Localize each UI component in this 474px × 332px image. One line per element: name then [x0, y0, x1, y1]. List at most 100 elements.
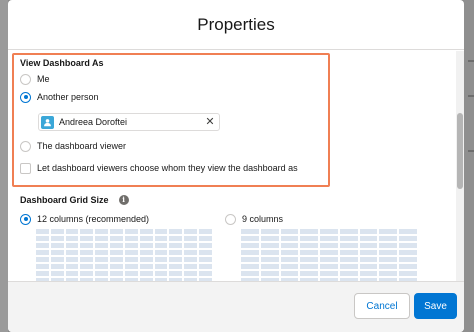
selected-person-pill[interactable]: Andreea Doroftei ✕: [38, 113, 220, 131]
grid-preview-cell: [124, 229, 138, 234]
grid-preview-cell: [320, 229, 338, 234]
grid-preview-cell: [50, 271, 64, 276]
grid-preview-cell: [280, 250, 299, 255]
grid-preview-cell: [379, 264, 398, 269]
cancel-button[interactable]: Cancel: [354, 293, 410, 319]
grid-preview-cell: [139, 243, 153, 248]
grid-preview-cell: [199, 271, 212, 276]
grid-preview-cell: [260, 264, 279, 269]
grid-preview-cell: [110, 250, 123, 255]
radio-option-me[interactable]: Me: [20, 72, 50, 86]
grid-preview-cell: [80, 257, 94, 262]
radio-button[interactable]: [225, 213, 236, 225]
grid-preview-9-columns: [241, 229, 417, 281]
grid-preview-cell: [320, 236, 338, 241]
background-divider: [468, 60, 474, 62]
grid-preview-cell: [95, 264, 109, 269]
grid-preview-cell: [199, 229, 212, 234]
grid-preview-cell: [154, 236, 168, 241]
grid-size-title: Dashboard Grid Size: [20, 195, 109, 205]
grid-preview-cell: [154, 250, 168, 255]
grid-preview-cell: [110, 271, 123, 276]
grid-size-header: Dashboard Grid Size i: [20, 195, 129, 205]
grid-preview-cell: [339, 257, 358, 262]
radio-option-9-columns[interactable]: 9 columns: [225, 212, 283, 226]
close-icon[interactable]: ✕: [204, 115, 216, 129]
grid-preview-cell: [379, 257, 398, 262]
grid-preview-cell: [36, 243, 49, 248]
grid-preview-cell: [169, 250, 183, 255]
grid-preview-cell: [36, 264, 49, 269]
grid-preview-cell: [260, 243, 279, 248]
grid-preview-cell: [95, 271, 109, 276]
grid-preview-cell: [36, 229, 49, 234]
grid-preview-cell: [50, 236, 64, 241]
grid-preview-cell: [199, 236, 212, 241]
radio-option-dashboard-viewer[interactable]: The dashboard viewer: [20, 139, 126, 153]
grid-preview-cell: [36, 250, 49, 255]
grid-preview-cell: [139, 229, 153, 234]
grid-preview-cell: [241, 264, 259, 269]
radio-label: Me: [37, 74, 50, 84]
grid-preview-cell: [260, 236, 279, 241]
modal-scrollbar[interactable]: [456, 51, 464, 281]
let-viewers-choose-option[interactable]: Let dashboard viewers choose whom they v…: [20, 161, 298, 175]
grid-preview-cell: [124, 236, 138, 241]
grid-preview-cell: [399, 250, 417, 255]
radio-button[interactable]: [20, 213, 31, 225]
grid-preview-cell: [300, 264, 319, 269]
grid-preview-cell: [241, 271, 259, 276]
grid-preview-cell: [110, 229, 123, 234]
scrollbar-thumb[interactable]: [457, 113, 463, 189]
grid-preview-cell: [320, 250, 338, 255]
grid-preview-cell: [154, 257, 168, 262]
grid-preview-cell: [139, 236, 153, 241]
grid-preview-cell: [280, 229, 299, 234]
radio-button[interactable]: [20, 140, 31, 152]
grid-preview-cell: [260, 229, 279, 234]
grid-preview-cell: [241, 243, 259, 248]
grid-preview-cell: [95, 257, 109, 262]
grid-preview-cell: [169, 264, 183, 269]
grid-preview-cell: [399, 257, 417, 262]
grid-preview-cell: [154, 271, 168, 276]
radio-button[interactable]: [20, 91, 31, 103]
grid-preview-cell: [80, 229, 94, 234]
grid-preview-cell: [95, 243, 109, 248]
grid-preview-cell: [399, 236, 417, 241]
grid-preview-cell: [154, 229, 168, 234]
grid-preview-cell: [320, 257, 338, 262]
grid-preview-cell: [359, 257, 378, 262]
grid-preview-cell: [199, 243, 212, 248]
modal-body: View Dashboard As Me Another person Andr…: [8, 51, 464, 281]
grid-preview-cell: [50, 257, 64, 262]
grid-preview-cell: [280, 264, 299, 269]
grid-preview-cell: [241, 250, 259, 255]
radio-label: Another person: [37, 92, 99, 102]
grid-preview-cell: [184, 271, 198, 276]
radio-option-12-columns[interactable]: 12 columns (recommended): [20, 212, 149, 226]
radio-button[interactable]: [20, 73, 31, 85]
grid-preview-cell: [50, 264, 64, 269]
save-button[interactable]: Save: [414, 293, 457, 319]
grid-preview-cell: [300, 271, 319, 276]
let-viewers-choose-checkbox[interactable]: [20, 162, 31, 174]
grid-preview-cell: [169, 236, 183, 241]
grid-preview-cell: [280, 243, 299, 248]
grid-preview-cell: [80, 243, 94, 248]
info-icon[interactable]: i: [118, 195, 129, 205]
radio-option-another-person[interactable]: Another person: [20, 90, 99, 104]
radio-label: 9 columns: [242, 214, 284, 224]
grid-preview-cell: [241, 229, 259, 234]
grid-preview-cell: [241, 236, 259, 241]
grid-preview-cell: [359, 236, 378, 241]
grid-preview-cell: [199, 250, 212, 255]
grid-preview-cell: [359, 243, 378, 248]
grid-preview-cell: [110, 243, 123, 248]
grid-preview-cell: [199, 257, 212, 262]
grid-preview-cell: [260, 250, 279, 255]
grid-preview-cell: [50, 243, 64, 248]
grid-preview-cell: [95, 229, 109, 234]
grid-preview-cell: [280, 271, 299, 276]
grid-preview-cell: [184, 229, 198, 234]
